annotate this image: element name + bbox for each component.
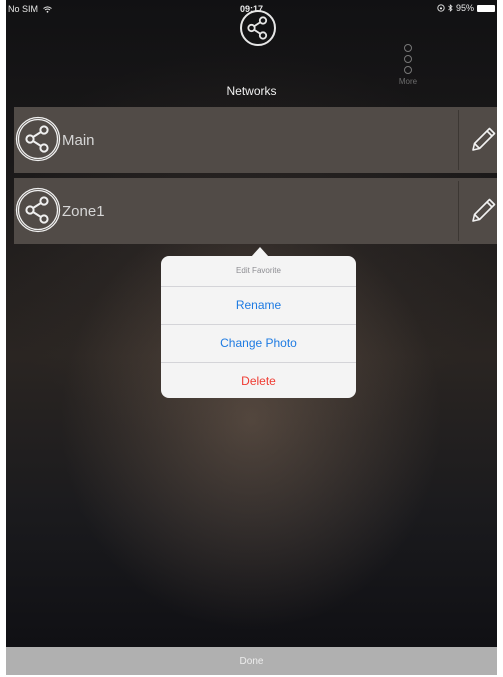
battery-percent: 95% — [455, 3, 474, 13]
page-title: Networks — [226, 84, 277, 98]
done-button[interactable]: Done — [6, 647, 497, 675]
popover-title: Edit Favorite — [236, 266, 281, 275]
edit-favorite-popover: Edit Favorite Rename Change Photo Delete — [161, 256, 356, 398]
row-divider — [458, 110, 459, 170]
bluetooth-icon — [448, 4, 453, 12]
more-dot — [404, 44, 412, 52]
battery-icon — [477, 4, 495, 12]
more-button[interactable]: More — [393, 44, 423, 86]
more-dot — [404, 66, 412, 74]
network-row-main[interactable]: Main — [14, 107, 497, 173]
network-name: Zone1 — [62, 203, 105, 220]
delete-button[interactable]: Delete — [161, 362, 356, 400]
pencil-icon[interactable] — [470, 125, 497, 153]
rename-button[interactable]: Rename — [161, 286, 356, 324]
share-network-icon — [15, 116, 61, 162]
network-name: Main — [62, 132, 95, 149]
status-right-group: 95% — [437, 3, 495, 13]
network-row-zone1[interactable]: Zone1 — [14, 178, 497, 244]
more-label: More — [398, 77, 418, 86]
row-divider — [458, 181, 459, 241]
rotation-lock-icon — [437, 4, 445, 12]
change-photo-button[interactable]: Change Photo — [161, 324, 356, 362]
more-dot — [404, 55, 412, 63]
pencil-icon[interactable] — [470, 196, 497, 224]
share-network-icon — [15, 187, 61, 233]
share-network-icon — [240, 10, 276, 46]
